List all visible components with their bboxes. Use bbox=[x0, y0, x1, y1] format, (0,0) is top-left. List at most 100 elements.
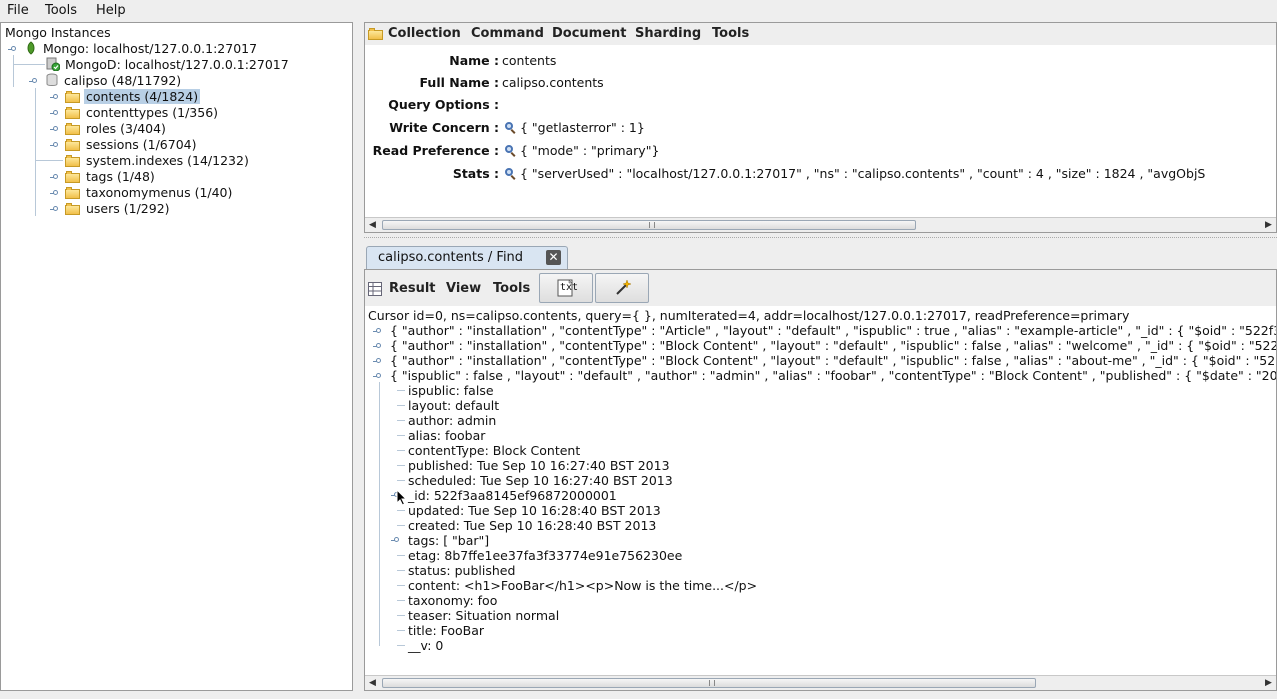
field-row[interactable]: author: admin bbox=[408, 413, 496, 428]
magnifier-icon[interactable] bbox=[505, 145, 517, 157]
result-panel: Result View Tools txt Cursor id=0, ns=ca… bbox=[364, 269, 1277, 691]
field-row[interactable]: published: Tue Sep 10 16:27:40 BST 2013 bbox=[408, 458, 670, 473]
field-row[interactable]: content: <h1>FooBar</h1><p>Now is the ti… bbox=[408, 578, 757, 593]
text-view-button[interactable]: txt bbox=[539, 273, 593, 303]
document-row[interactable]: { "author" : "installation" , "contentTy… bbox=[390, 353, 1276, 368]
prop-stats-row[interactable]: { "serverUsed" : "localhost/127.0.0.1:27… bbox=[505, 166, 1275, 181]
tree-node-mongod[interactable]: MongoD: localhost/127.0.0.1:27017 bbox=[46, 57, 289, 73]
toolbar-document[interactable]: Document bbox=[552, 26, 627, 41]
scroll-thumb[interactable] bbox=[382, 678, 1036, 688]
collection-panel: Collection Command Document Sharding Too… bbox=[364, 22, 1277, 233]
folder-icon bbox=[65, 155, 80, 167]
horizontal-splitter[interactable] bbox=[364, 237, 1277, 241]
expander-doc-icon[interactable] bbox=[373, 327, 382, 336]
menu-help[interactable]: Help bbox=[96, 3, 126, 18]
tree-collection-tags[interactable]: tags (1/48) bbox=[65, 169, 157, 185]
prop-writeconcern-row[interactable]: { "getlasterror" : 1} bbox=[505, 120, 645, 135]
database-icon bbox=[46, 73, 58, 86]
magic-wand-button[interactable] bbox=[595, 273, 649, 303]
expander-contenttypes-icon[interactable] bbox=[50, 109, 59, 118]
tab-find[interactable]: calipso.contents / Find ✕ bbox=[366, 246, 568, 269]
table-icon bbox=[368, 282, 382, 296]
scroll-left-icon[interactable]: ◀ bbox=[366, 219, 379, 231]
menu-file[interactable]: File bbox=[7, 3, 29, 18]
field-row[interactable]: _id: 522f3aa8145ef96872000001 bbox=[408, 488, 617, 503]
scroll-right-icon[interactable]: ▶ bbox=[1262, 677, 1275, 689]
tree-collection-system-indexes[interactable]: system.indexes (14/1232) bbox=[65, 153, 251, 169]
toolbar-sharding[interactable]: Sharding bbox=[635, 26, 701, 41]
expander-doc-icon[interactable] bbox=[373, 357, 382, 366]
field-row[interactable]: etag: 8b7ffe1ee37fa3f33774e91e756230ee bbox=[408, 548, 682, 563]
field-row[interactable]: contentType: Block Content bbox=[408, 443, 580, 458]
folder-icon bbox=[65, 91, 80, 103]
field-row[interactable]: updated: Tue Sep 10 16:28:40 BST 2013 bbox=[408, 503, 661, 518]
field-row[interactable]: tags: [ "bar"] bbox=[408, 533, 489, 548]
expander-doc-icon[interactable] bbox=[373, 342, 382, 351]
document-row[interactable]: { "ispublic" : false , "layout" : "defau… bbox=[390, 368, 1276, 383]
server-ok-icon bbox=[46, 57, 61, 72]
expander-sessions-icon[interactable] bbox=[50, 141, 59, 150]
folder-icon bbox=[65, 187, 80, 199]
toolbar-view[interactable]: View bbox=[446, 281, 481, 296]
field-row[interactable]: scheduled: Tue Sep 10 16:27:40 BST 2013 bbox=[408, 473, 673, 488]
expander-contents-icon[interactable] bbox=[50, 93, 59, 102]
tree-root[interactable]: Mongo Instances bbox=[5, 25, 111, 41]
toolbar-tools[interactable]: Tools bbox=[712, 26, 749, 41]
tree-node-mongo[interactable]: Mongo: localhost/127.0.0.1:27017 bbox=[25, 41, 257, 57]
magnifier-icon[interactable] bbox=[505, 122, 517, 134]
toolbar-command[interactable]: Command bbox=[471, 26, 544, 41]
field-row[interactable]: status: published bbox=[408, 563, 515, 578]
field-row[interactable]: taxonomy: foo bbox=[408, 593, 497, 608]
prop-name-label: Name : bbox=[449, 53, 499, 68]
field-row[interactable]: created: Tue Sep 10 16:28:40 BST 2013 bbox=[408, 518, 656, 533]
top-horizontal-scrollbar[interactable]: ◀ ▶ bbox=[365, 217, 1276, 232]
prop-readpreference-label: Read Preference : bbox=[372, 143, 499, 158]
expander-roles-icon[interactable] bbox=[50, 125, 59, 134]
scroll-left-icon[interactable]: ◀ bbox=[366, 677, 379, 689]
field-row[interactable]: ispublic: false bbox=[408, 383, 494, 398]
tree-collection-contenttypes[interactable]: contenttypes (1/356) bbox=[65, 105, 220, 121]
txt-label: txt bbox=[560, 282, 579, 293]
document-row[interactable]: { "author" : "installation" , "contentTy… bbox=[390, 338, 1276, 353]
collection-label: tags (1/48) bbox=[86, 169, 155, 184]
expander-tags-icon[interactable] bbox=[391, 536, 400, 545]
toolbar-result[interactable]: Result bbox=[389, 281, 436, 296]
prop-readpreference-row[interactable]: { "mode" : "primary"} bbox=[505, 143, 659, 158]
expander-tags-icon[interactable] bbox=[50, 173, 59, 182]
close-icon[interactable]: ✕ bbox=[546, 250, 561, 265]
collection-label: roles (3/404) bbox=[86, 121, 166, 136]
collection-label: system.indexes (14/1232) bbox=[86, 153, 249, 168]
folder-icon bbox=[368, 28, 383, 40]
tree-collection-contents[interactable]: contents (4/1824) bbox=[65, 89, 201, 105]
expander-users-icon[interactable] bbox=[50, 205, 59, 214]
field-row[interactable]: layout: default bbox=[408, 398, 499, 413]
tree-collection-sessions[interactable]: sessions (1/6704) bbox=[65, 137, 199, 153]
tree-node-calipso[interactable]: calipso (48/11792) bbox=[46, 73, 181, 89]
bottom-horizontal-scrollbar[interactable]: ◀ ▶ bbox=[365, 675, 1276, 690]
tree-collection-roles[interactable]: roles (3/404) bbox=[65, 121, 168, 137]
prop-writeconcern-value: { "getlasterror" : 1} bbox=[520, 120, 645, 135]
cursor-info: Cursor id=0, ns=calipso.contents, query=… bbox=[368, 308, 1130, 323]
expander-taxonomymenus-icon[interactable] bbox=[50, 189, 59, 198]
vertical-splitter[interactable] bbox=[354, 22, 364, 691]
tree-collection-taxonomymenus[interactable]: taxonomymenus (1/40) bbox=[65, 185, 234, 201]
scroll-thumb[interactable] bbox=[382, 220, 916, 230]
field-row[interactable]: title: FooBar bbox=[408, 623, 484, 638]
field-row[interactable]: alias: foobar bbox=[408, 428, 485, 443]
magnifier-icon[interactable] bbox=[505, 168, 517, 180]
tree-collection-users[interactable]: users (1/292) bbox=[65, 201, 172, 217]
field-row[interactable]: __v: 0 bbox=[408, 638, 443, 653]
expander-doc-icon[interactable] bbox=[373, 372, 382, 381]
magic-wand-icon bbox=[616, 279, 632, 295]
field-row[interactable]: teaser: Situation normal bbox=[408, 608, 559, 623]
prop-stats-label: Stats : bbox=[452, 166, 499, 181]
prop-queryoptions-label: Query Options : bbox=[388, 97, 499, 112]
expander-calipso-icon[interactable] bbox=[29, 77, 38, 86]
toolbar-collection[interactable]: Collection bbox=[388, 26, 461, 41]
folder-icon bbox=[65, 139, 80, 151]
toolbar-tools[interactable]: Tools bbox=[493, 281, 530, 296]
expander-mongo-icon[interactable] bbox=[8, 45, 17, 54]
scroll-right-icon[interactable]: ▶ bbox=[1262, 219, 1275, 231]
menu-tools[interactable]: Tools bbox=[45, 3, 77, 18]
document-row[interactable]: { "author" : "installation" , "contentTy… bbox=[390, 323, 1276, 338]
